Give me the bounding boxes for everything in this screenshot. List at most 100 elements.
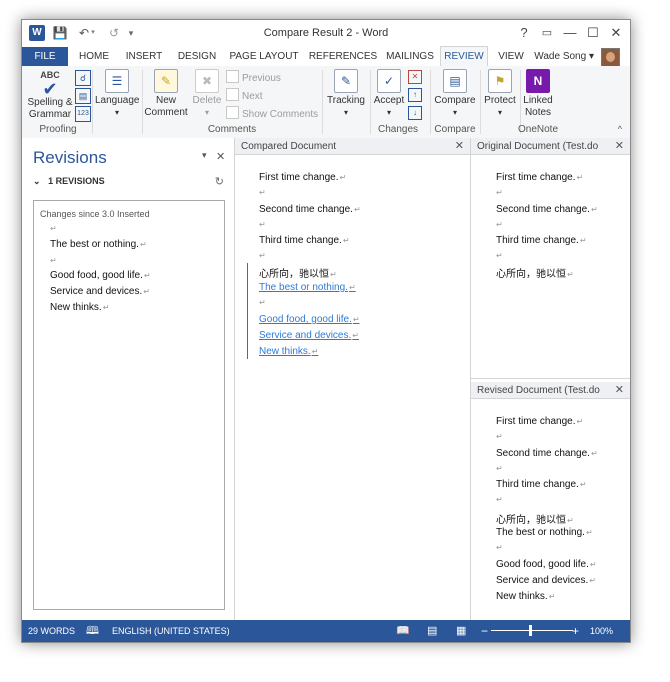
tab-file[interactable]: FILE: [22, 47, 68, 66]
pane-options-icon[interactable]: ▾: [202, 150, 207, 161]
original-document-pane[interactable]: Original Document (Test.do ✕ First time c…: [471, 138, 630, 379]
document-line: Second time change.↵: [496, 448, 598, 459]
maximize-button[interactable]: ☐: [583, 24, 603, 42]
paragraph-mark: ↵: [496, 251, 503, 260]
zoom-level[interactable]: 100%: [590, 620, 613, 642]
compared-document-pane[interactable]: Compared Document ✕ First time change.↵ ↵…: [235, 138, 471, 620]
next-change-icon[interactable]: ↓: [408, 106, 422, 120]
tab-view[interactable]: VIEW: [494, 47, 528, 66]
delete-comment-button[interactable]: ✖ Delete ▾: [190, 69, 224, 119]
user-name-label: Wade Song: [534, 51, 587, 62]
previous-icon: [226, 70, 239, 83]
ribbon: ABC ✔ Spelling & Grammar ☌ ▤ 123 Proofin…: [22, 66, 630, 139]
compare-button[interactable]: ▤ Compare ▾: [432, 69, 478, 119]
read-mode-icon[interactable]: 📖: [396, 620, 410, 642]
document-line: 心所向，驰以恒↵: [496, 515, 574, 526]
revision-header: Changes since 3.0 Inserted: [40, 209, 150, 219]
word-count-icon[interactable]: 123: [75, 106, 91, 122]
original-document-header: Original Document (Test.do ✕: [471, 138, 630, 155]
proofing-group-label: Proofing: [39, 124, 77, 135]
change-bar: [247, 263, 248, 359]
paragraph-mark: ↵: [259, 188, 266, 197]
web-layout-icon[interactable]: ▦: [456, 620, 466, 642]
new-comment-label-line1: New: [155, 95, 176, 106]
revisions-count-label: 1 REVISIONS: [48, 176, 105, 186]
zoom-out-button[interactable]: −: [481, 620, 488, 642]
document-line: 心所向，驰以恒↵: [496, 269, 574, 280]
help-button[interactable]: ?: [514, 24, 534, 42]
spelling-grammar-button[interactable]: ABC ✔ Spelling & Grammar: [26, 69, 74, 121]
tracking-button[interactable]: ✎ Tracking ▾: [324, 69, 368, 119]
new-comment-button[interactable]: ✎ New Comment: [144, 69, 188, 119]
group-divider: [430, 70, 431, 134]
close-pane-icon[interactable]: ✕: [612, 138, 624, 154]
revision-entry[interactable]: Changes since 3.0 Inserted ↵ The best or…: [33, 200, 225, 610]
refresh-icon[interactable]: ↻: [215, 175, 224, 188]
close-pane-icon[interactable]: ✕: [216, 150, 225, 163]
previous-change-icon[interactable]: ↑: [408, 88, 422, 102]
linked-label: Linked: [523, 95, 553, 106]
ribbon-display-options-icon[interactable]: ▭: [537, 24, 557, 42]
tab-insert[interactable]: INSERT: [122, 47, 166, 66]
previous-comment-button[interactable]: Previous: [226, 70, 281, 86]
print-layout-icon[interactable]: ▤: [427, 620, 437, 642]
chevron-down-icon: ▾: [204, 108, 209, 117]
document-line: Good food, good life.↵: [496, 559, 597, 570]
language-button[interactable]: ☰ Language ▾: [95, 69, 140, 119]
paragraph-mark: ↵: [259, 298, 266, 307]
research-icon[interactable]: ☌: [75, 70, 91, 86]
close-button[interactable]: ✕: [606, 24, 626, 42]
document-line: Second time change.↵: [259, 204, 361, 215]
language-label: Language: [95, 95, 140, 106]
tab-home[interactable]: HOME: [74, 47, 114, 66]
minimize-button[interactable]: —: [560, 24, 580, 42]
accept-icon: ✓: [377, 69, 401, 93]
paragraph-mark: ↵: [259, 220, 266, 229]
group-divider: [322, 70, 323, 134]
onenote-icon: N: [526, 69, 550, 93]
tab-mailings[interactable]: MAILINGS: [384, 47, 436, 66]
comments-group-label: Comments: [207, 124, 257, 135]
document-line: 心所向，驰以恒↵: [259, 269, 337, 280]
protect-button[interactable]: ⚑ Protect ▾: [482, 69, 518, 119]
chevron-down-icon: ▾: [114, 108, 119, 117]
compare-group-label: Compare: [434, 124, 476, 135]
word-count[interactable]: 29 WORDS: [28, 620, 75, 642]
zoom-in-button[interactable]: +: [572, 620, 579, 642]
zoom-slider-thumb[interactable]: [529, 625, 532, 636]
group-divider: [480, 70, 481, 134]
revisions-count[interactable]: ⌄ 1 REVISIONS: [33, 176, 105, 187]
new-comment-icon: ✎: [154, 69, 178, 93]
tracking-label: Tracking: [327, 95, 365, 106]
title-bar: W 💾 ↶ ▾ ↺ ▾ Compare Result 2 - Word ? ▭ …: [22, 20, 630, 47]
tab-design[interactable]: DESIGN: [174, 47, 220, 66]
grammar-label: Grammar: [28, 109, 72, 120]
show-comments-button[interactable]: Show Comments: [226, 106, 318, 122]
close-pane-icon[interactable]: ✕: [612, 382, 624, 398]
lock-icon: ⚑: [488, 69, 512, 93]
tab-page-layout[interactable]: PAGE LAYOUT: [228, 47, 300, 66]
delete-comment-icon: ✖: [195, 69, 219, 93]
reject-icon[interactable]: ✕: [408, 70, 422, 84]
proofing-status-icon[interactable]: 🕮: [86, 620, 99, 642]
language-status[interactable]: ENGLISH (UNITED STATES): [112, 620, 230, 642]
close-pane-icon[interactable]: ✕: [455, 138, 464, 154]
user-name[interactable]: Wade Song ▾: [534, 47, 594, 66]
document-line: First time change.↵: [259, 172, 347, 183]
next-comment-button[interactable]: Next: [226, 88, 263, 104]
group-divider: [142, 70, 143, 134]
linked-notes-button[interactable]: N Linked Notes: [522, 69, 554, 119]
avatar[interactable]: [601, 48, 620, 67]
paragraph-mark: ↵: [496, 432, 503, 441]
zoom-slider-track[interactable]: [491, 630, 573, 631]
inserted-line: New thinks.↵: [259, 346, 319, 357]
revision-line: Good food, good life.↵: [50, 270, 151, 281]
revised-document-pane[interactable]: Revised Document (Test.do ✕ First time ch…: [471, 382, 630, 620]
tab-references[interactable]: REFERENCES: [308, 47, 378, 66]
next-label: Next: [242, 91, 263, 102]
collapse-ribbon-icon[interactable]: ^: [618, 124, 622, 134]
tab-review[interactable]: REVIEW: [440, 46, 488, 67]
thesaurus-icon[interactable]: ▤: [75, 88, 91, 104]
chevron-down-icon: ▾: [452, 108, 457, 117]
accept-button[interactable]: ✓ Accept ▾: [372, 69, 406, 119]
